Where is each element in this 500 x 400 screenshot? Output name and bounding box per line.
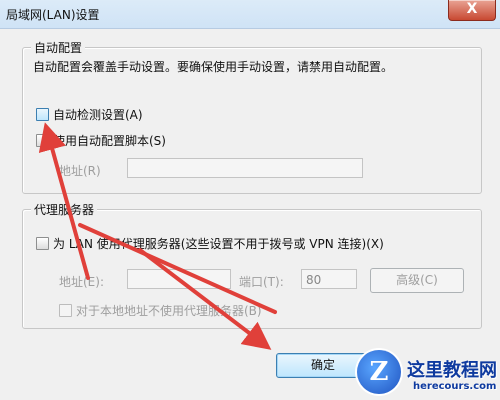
- script-address-label: 地址(R): [59, 164, 101, 178]
- window-title: 局域网(LAN)设置: [6, 8, 100, 22]
- auto-detect-label[interactable]: 自动检测设置(A): [53, 106, 143, 123]
- dialog-body: 自动配置 自动配置会覆盖手动设置。要确保使用手动设置，请禁用自动配置。 自动检测…: [0, 29, 500, 400]
- close-icon: X: [466, 1, 478, 17]
- title-bar: 局域网(LAN)设置 X: [0, 0, 500, 29]
- auto-config-group: 自动配置 自动配置会覆盖手动设置。要确保使用手动设置，请禁用自动配置。 自动检测…: [22, 39, 482, 194]
- bypass-local-checkbox[interactable]: [59, 304, 72, 317]
- watermark-site-url: herecours.com: [413, 381, 497, 392]
- proxy-title: 代理服务器: [31, 201, 98, 218]
- use-proxy-label[interactable]: 为 LAN 使用代理服务器(这些设置不用于拨号或 VPN 连接)(X): [53, 235, 384, 252]
- auto-detect-checkbox[interactable]: [36, 108, 49, 121]
- proxy-address-label: 地址(E):: [59, 275, 104, 289]
- lan-settings-window: 局域网(LAN)设置 X 自动配置 自动配置会覆盖手动设置。要确保使用手动设置，…: [0, 0, 500, 400]
- advanced-button[interactable]: 高级(C): [370, 268, 464, 293]
- watermark-site-name: 这里教程网: [407, 360, 497, 381]
- proxy-address-input[interactable]: [127, 269, 231, 289]
- auto-config-description: 自动配置会覆盖手动设置。要确保使用手动设置，请禁用自动配置。: [33, 60, 394, 74]
- watermark-logo-icon: Z: [357, 350, 401, 394]
- script-address-input[interactable]: [127, 158, 363, 178]
- use-script-checkbox[interactable]: [36, 134, 49, 147]
- auto-config-title: 自动配置: [31, 39, 86, 56]
- proxy-port-input[interactable]: 80: [301, 269, 357, 289]
- close-button[interactable]: X: [448, 0, 496, 21]
- site-watermark: Z 这里教程网 herecours.com: [355, 348, 500, 400]
- bypass-local-label[interactable]: 对于本地地址不使用代理服务器(B): [76, 302, 262, 319]
- proxy-port-label: 端口(T):: [239, 275, 284, 289]
- use-script-label[interactable]: 使用自动配置脚本(S): [53, 132, 166, 149]
- use-proxy-checkbox[interactable]: [36, 237, 49, 250]
- proxy-group: 代理服务器 为 LAN 使用代理服务器(这些设置不用于拨号或 VPN 连接)(X…: [22, 201, 482, 329]
